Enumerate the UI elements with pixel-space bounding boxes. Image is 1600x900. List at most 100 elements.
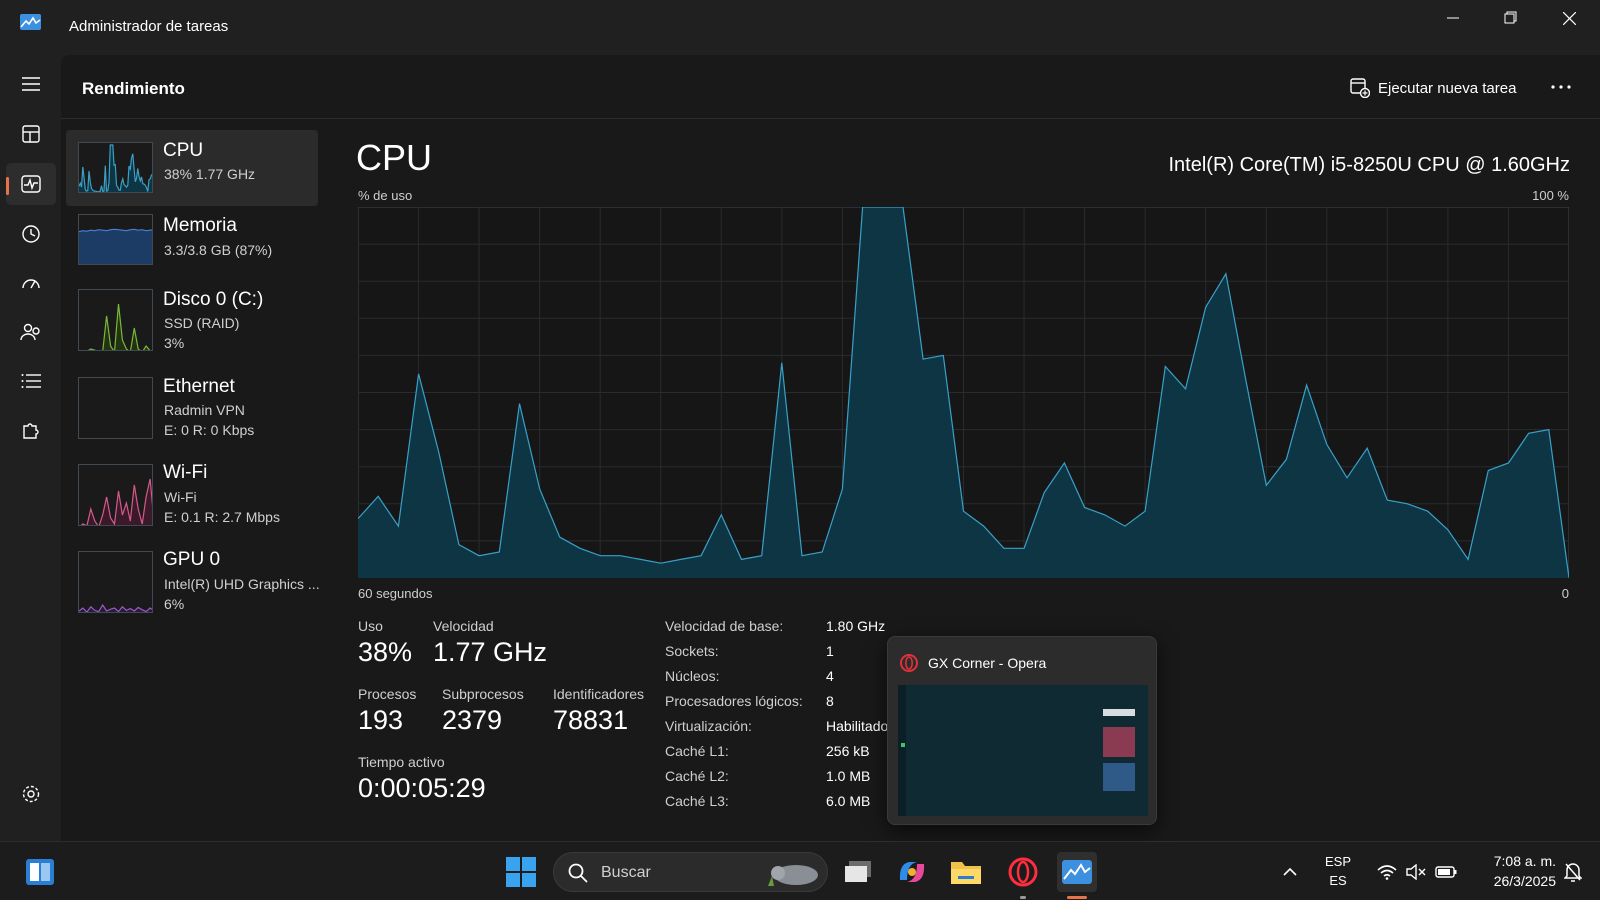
ethernet-sparkline	[79, 378, 153, 439]
device-detail: Wi-Fi	[164, 489, 197, 505]
taskbar: Buscar ESP ES 7:08 a. m. 26/3/2025	[0, 841, 1600, 900]
task-manager-app-icon	[20, 14, 41, 30]
keyboard-layout[interactable]: ES	[1318, 873, 1358, 888]
device-item-disk[interactable]: Disco 0 (C:) SSD (RAID) 3%	[66, 282, 318, 358]
show-hidden-icons-button[interactable]	[1270, 852, 1310, 892]
task-view-button[interactable]	[838, 852, 878, 892]
windows-start-icon	[506, 857, 536, 887]
sparkline-area	[79, 229, 152, 264]
clock-date[interactable]: 26/3/2025	[1466, 873, 1556, 889]
time-axis-label: 60 segundos	[358, 586, 433, 601]
more-options-button[interactable]	[1546, 73, 1576, 101]
speed-label: Velocidad	[433, 618, 494, 634]
task-manager-taskbar-button[interactable]	[1057, 852, 1097, 899]
task-view-icon	[845, 861, 871, 882]
close-icon	[1562, 11, 1576, 25]
opera-gx-icon	[1008, 857, 1038, 887]
processes-label: Procesos	[358, 686, 417, 702]
close-button[interactable]	[1540, 0, 1598, 36]
battery-tray-button[interactable]	[1426, 852, 1466, 892]
usage-axis-max: 100 %	[1532, 188, 1569, 203]
opera-taskbar-button[interactable]	[1003, 852, 1043, 899]
nav-startup-apps[interactable]	[6, 262, 56, 304]
services-puzzle-icon	[23, 423, 39, 439]
device-detail: Intel(R) UHD Graphics ...	[164, 576, 320, 592]
settings-gear-icon	[22, 785, 40, 803]
device-item-memory[interactable]: Memoria 3.3/3.8 GB (87%)	[66, 206, 318, 282]
device-detail-2: E: 0 R: 0 Kbps	[164, 422, 255, 438]
more-options-icon	[1551, 85, 1571, 89]
taskbar-preview-popup[interactable]: GX Corner - Opera	[887, 636, 1157, 825]
disk-sparkline	[88, 303, 151, 350]
spec-value: 8	[826, 693, 834, 709]
disk-thumbnail	[78, 289, 153, 351]
gpu-thumbnail	[78, 551, 153, 613]
preview-thumbnail[interactable]	[898, 685, 1148, 816]
device-name: Wi-Fi	[163, 462, 208, 483]
notification-bell-icon	[1564, 863, 1582, 882]
navigation-rail	[0, 55, 61, 841]
opera-icon	[900, 654, 918, 672]
minimize-icon	[1447, 17, 1459, 19]
spec-value: 256 kB	[826, 743, 870, 759]
notifications-button[interactable]	[1553, 852, 1593, 892]
language-code[interactable]: ESP	[1318, 854, 1358, 869]
page-title: Rendimiento	[82, 79, 185, 98]
clock-time[interactable]: 7:08 a. m.	[1466, 853, 1556, 869]
device-item-gpu[interactable]: GPU 0 Intel(R) UHD Graphics ... 6%	[66, 544, 320, 620]
nav-services[interactable]	[6, 409, 56, 451]
processes-icon	[22, 125, 40, 143]
memory-sparkline	[79, 228, 152, 264]
widgets-button[interactable]	[20, 852, 60, 892]
nav-details[interactable]	[6, 360, 56, 402]
nav-performance[interactable]	[6, 163, 56, 205]
memory-thumbnail	[78, 214, 153, 265]
task-manager-icon	[1062, 860, 1092, 884]
threads-value: 2379	[442, 705, 503, 735]
run-new-task-button[interactable]: Ejecutar nueva tarea	[1350, 75, 1516, 101]
minimize-button[interactable]	[1424, 0, 1482, 36]
search-icon	[568, 863, 588, 883]
nav-processes[interactable]	[6, 113, 56, 155]
cpu-heading: CPU	[356, 137, 433, 178]
history-icon	[22, 225, 40, 243]
spec-label: Sockets:	[665, 643, 719, 659]
restore-icon	[1504, 11, 1517, 24]
speed-value: 1.77 GHz	[433, 637, 548, 667]
new-task-icon	[1350, 78, 1370, 98]
wifi-sparkline	[80, 478, 152, 525]
device-item-wifi[interactable]: Wi-Fi Wi-Fi E: 0.1 R: 2.7 Mbps	[66, 457, 318, 533]
cpu-sparkline	[79, 144, 152, 192]
taskbar-search-box[interactable]: Buscar	[553, 852, 828, 892]
copilot-icon	[899, 862, 925, 882]
hamburger-icon	[22, 77, 40, 91]
spec-value: 1.80 GHz	[826, 618, 886, 634]
restore-button[interactable]	[1482, 0, 1540, 36]
nav-app-history[interactable]	[6, 213, 56, 255]
gpu-sparkline	[79, 603, 152, 612]
device-detail-2: 6%	[164, 596, 185, 612]
volume-muted-icon	[1406, 864, 1426, 880]
device-detail: 38% 1.77 GHz	[164, 166, 256, 182]
device-item-ethernet[interactable]: Ethernet Radmin VPN E: 0 R: 0 Kbps	[66, 369, 318, 445]
search-placeholder: Buscar	[601, 864, 651, 881]
spec-label: Caché L2:	[665, 768, 729, 784]
nav-users[interactable]	[6, 311, 56, 353]
file-explorer-button[interactable]	[946, 852, 986, 892]
hamburger-menu-button[interactable]	[6, 63, 56, 105]
sparkline-area	[81, 479, 152, 525]
title-bar: Administrador de tareas	[0, 0, 1600, 55]
performance-icon	[21, 175, 41, 193]
usage-label: Uso	[358, 618, 383, 634]
spec-label: Virtualización:	[665, 718, 752, 734]
run-new-task-label: Ejecutar nueva tarea	[1378, 79, 1517, 97]
start-button[interactable]	[501, 852, 541, 892]
copilot-button[interactable]	[892, 852, 932, 892]
nav-settings[interactable]	[6, 773, 56, 815]
spec-value: 4	[826, 668, 834, 684]
device-item-cpu[interactable]: CPU 38% 1.77 GHz	[66, 130, 318, 206]
device-detail: Radmin VPN	[164, 402, 245, 418]
chevron-up-icon	[1283, 867, 1297, 876]
spec-label: Procesadores lógicos:	[665, 693, 803, 709]
device-name: CPU	[163, 140, 204, 161]
